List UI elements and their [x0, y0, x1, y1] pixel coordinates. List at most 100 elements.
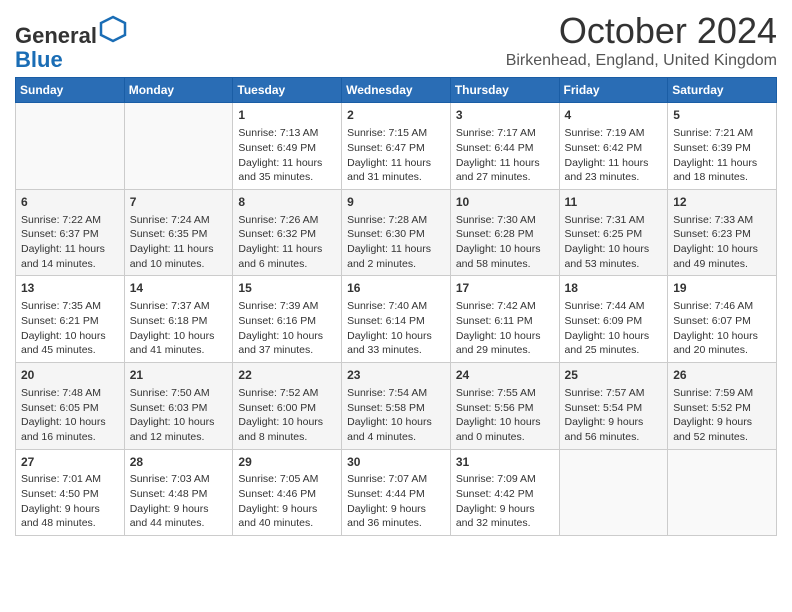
calendar-day-cell: 31Sunrise: 7:09 AMSunset: 4:42 PMDayligh…: [450, 449, 559, 536]
day-number: 15: [238, 280, 336, 297]
calendar-week-row: 1 Sunrise: 7:13 AMSunset: 6:49 PMDaylight…: [16, 103, 777, 190]
calendar-day-cell: 30Sunrise: 7:07 AMSunset: 4:44 PMDayligh…: [342, 449, 451, 536]
day-number: 31: [456, 454, 554, 471]
day-number: 18: [565, 280, 663, 297]
calendar-header-row: SundayMondayTuesdayWednesdayThursdayFrid…: [16, 78, 777, 103]
calendar-day-cell: 8Sunrise: 7:26 AMSunset: 6:32 PMDaylight…: [233, 189, 342, 276]
day-info: Sunrise: 7:17 AMSunset: 6:44 PMDaylight:…: [456, 126, 554, 185]
day-number: 29: [238, 454, 336, 471]
day-info: Sunrise: 7:33 AMSunset: 6:23 PMDaylight:…: [673, 213, 771, 272]
calendar-day-header: Sunday: [16, 78, 125, 103]
logo-general-text: General: [15, 23, 97, 48]
day-info: Sunrise: 7:09 AMSunset: 4:42 PMDaylight:…: [456, 472, 554, 531]
day-info: Sunrise: 7:39 AMSunset: 6:16 PMDaylight:…: [238, 299, 336, 358]
day-number: 16: [347, 280, 445, 297]
day-number: 2: [347, 107, 445, 124]
day-info: Sunrise: 7:57 AMSunset: 5:54 PMDaylight:…: [565, 386, 663, 445]
calendar-day-cell: 3 Sunrise: 7:17 AMSunset: 6:44 PMDaylight…: [450, 103, 559, 190]
day-number: 17: [456, 280, 554, 297]
day-info: Sunrise: 7:05 AMSunset: 4:46 PMDaylight:…: [238, 472, 336, 531]
day-info: Sunrise: 7:54 AMSunset: 5:58 PMDaylight:…: [347, 386, 445, 445]
day-number: 20: [21, 367, 119, 384]
calendar-day-cell: 5Sunrise: 7:21 AMSunset: 6:39 PMDaylight…: [668, 103, 777, 190]
day-number: 22: [238, 367, 336, 384]
day-number: 26: [673, 367, 771, 384]
month-title: October 2024: [506, 10, 777, 52]
calendar-day-cell: 12 Sunrise: 7:33 AMSunset: 6:23 PMDayligh…: [668, 189, 777, 276]
calendar-day-header: Saturday: [668, 78, 777, 103]
day-info: Sunrise: 7:52 AMSunset: 6:00 PMDaylight:…: [238, 386, 336, 445]
day-number: 1: [238, 107, 336, 124]
calendar-day-cell: 20 Sunrise: 7:48 AMSunset: 6:05 PMDayligh…: [16, 363, 125, 450]
day-number: 28: [130, 454, 228, 471]
calendar-day-cell: 23 Sunrise: 7:54 AMSunset: 5:58 PMDayligh…: [342, 363, 451, 450]
day-number: 27: [21, 454, 119, 471]
location-subtitle: Birkenhead, England, United Kingdom: [506, 52, 777, 70]
day-number: 7: [130, 194, 228, 211]
calendar-day-cell: 29Sunrise: 7:05 AMSunset: 4:46 PMDayligh…: [233, 449, 342, 536]
day-info: Sunrise: 7:59 AMSunset: 5:52 PMDaylight:…: [673, 386, 771, 445]
page-header: General Blue October 2024 Birkenhead, En…: [15, 10, 777, 72]
calendar-day-cell: 11 Sunrise: 7:31 AMSunset: 6:25 PMDayligh…: [559, 189, 668, 276]
day-info: Sunrise: 7:01 AMSunset: 4:50 PMDaylight:…: [21, 472, 119, 531]
calendar-day-cell: [16, 103, 125, 190]
calendar-day-cell: 16 Sunrise: 7:40 AMSunset: 6:14 PMDayligh…: [342, 276, 451, 363]
day-number: 11: [565, 194, 663, 211]
day-number: 9: [347, 194, 445, 211]
calendar-day-cell: 28Sunrise: 7:03 AMSunset: 4:48 PMDayligh…: [124, 449, 233, 536]
day-info: Sunrise: 7:03 AMSunset: 4:48 PMDaylight:…: [130, 472, 228, 531]
day-info: Sunrise: 7:31 AMSunset: 6:25 PMDaylight:…: [565, 213, 663, 272]
day-info: Sunrise: 7:48 AMSunset: 6:05 PMDaylight:…: [21, 386, 119, 445]
day-info: Sunrise: 7:22 AMSunset: 6:37 PMDaylight:…: [21, 213, 119, 272]
calendar-day-header: Monday: [124, 78, 233, 103]
day-info: Sunrise: 7:35 AMSunset: 6:21 PMDaylight:…: [21, 299, 119, 358]
day-info: Sunrise: 7:13 AMSunset: 6:49 PMDaylight:…: [238, 126, 336, 185]
calendar-week-row: 27Sunrise: 7:01 AMSunset: 4:50 PMDayligh…: [16, 449, 777, 536]
calendar-day-cell: 9Sunrise: 7:28 AMSunset: 6:30 PMDaylight…: [342, 189, 451, 276]
logo-icon: [99, 15, 127, 43]
day-number: 10: [456, 194, 554, 211]
day-info: Sunrise: 7:24 AMSunset: 6:35 PMDaylight:…: [130, 213, 228, 272]
day-number: 5: [673, 107, 771, 124]
day-info: Sunrise: 7:15 AMSunset: 6:47 PMDaylight:…: [347, 126, 445, 185]
day-number: 19: [673, 280, 771, 297]
day-number: 6: [21, 194, 119, 211]
calendar-day-cell: 17Sunrise: 7:42 AMSunset: 6:11 PMDayligh…: [450, 276, 559, 363]
logo: General Blue: [15, 15, 127, 72]
calendar-day-cell: 2 Sunrise: 7:15 AMSunset: 6:47 PMDaylight…: [342, 103, 451, 190]
calendar-day-header: Wednesday: [342, 78, 451, 103]
day-info: Sunrise: 7:46 AMSunset: 6:07 PMDaylight:…: [673, 299, 771, 358]
logo-blue-text: Blue: [15, 47, 63, 72]
day-info: Sunrise: 7:50 AMSunset: 6:03 PMDaylight:…: [130, 386, 228, 445]
calendar-day-cell: 19 Sunrise: 7:46 AMSunset: 6:07 PMDayligh…: [668, 276, 777, 363]
calendar-day-cell: 24Sunrise: 7:55 AMSunset: 5:56 PMDayligh…: [450, 363, 559, 450]
calendar-table: SundayMondayTuesdayWednesdayThursdayFrid…: [15, 77, 777, 536]
calendar-day-header: Thursday: [450, 78, 559, 103]
day-number: 24: [456, 367, 554, 384]
day-number: 25: [565, 367, 663, 384]
calendar-day-cell: 15 Sunrise: 7:39 AMSunset: 6:16 PMDayligh…: [233, 276, 342, 363]
calendar-day-header: Tuesday: [233, 78, 342, 103]
calendar-day-cell: 18Sunrise: 7:44 AMSunset: 6:09 PMDayligh…: [559, 276, 668, 363]
day-number: 13: [21, 280, 119, 297]
calendar-week-row: 13 Sunrise: 7:35 AMSunset: 6:21 PMDayligh…: [16, 276, 777, 363]
title-block: October 2024 Birkenhead, England, United…: [506, 10, 777, 70]
day-info: Sunrise: 7:30 AMSunset: 6:28 PMDaylight:…: [456, 213, 554, 272]
day-info: Sunrise: 7:19 AMSunset: 6:42 PMDaylight:…: [565, 126, 663, 185]
calendar-day-cell: 14Sunrise: 7:37 AMSunset: 6:18 PMDayligh…: [124, 276, 233, 363]
day-number: 4: [565, 107, 663, 124]
calendar-day-cell: 22 Sunrise: 7:52 AMSunset: 6:00 PMDayligh…: [233, 363, 342, 450]
calendar-day-cell: 25 Sunrise: 7:57 AMSunset: 5:54 PMDayligh…: [559, 363, 668, 450]
day-number: 21: [130, 367, 228, 384]
day-number: 12: [673, 194, 771, 211]
day-info: Sunrise: 7:07 AMSunset: 4:44 PMDaylight:…: [347, 472, 445, 531]
calendar-day-header: Friday: [559, 78, 668, 103]
day-info: Sunrise: 7:40 AMSunset: 6:14 PMDaylight:…: [347, 299, 445, 358]
calendar-day-cell: 13 Sunrise: 7:35 AMSunset: 6:21 PMDayligh…: [16, 276, 125, 363]
day-number: 3: [456, 107, 554, 124]
day-number: 23: [347, 367, 445, 384]
day-number: 30: [347, 454, 445, 471]
calendar-day-cell: 7 Sunrise: 7:24 AMSunset: 6:35 PMDaylight…: [124, 189, 233, 276]
calendar-day-cell: 10 Sunrise: 7:30 AMSunset: 6:28 PMDayligh…: [450, 189, 559, 276]
calendar-day-cell: 21 Sunrise: 7:50 AMSunset: 6:03 PMDayligh…: [124, 363, 233, 450]
